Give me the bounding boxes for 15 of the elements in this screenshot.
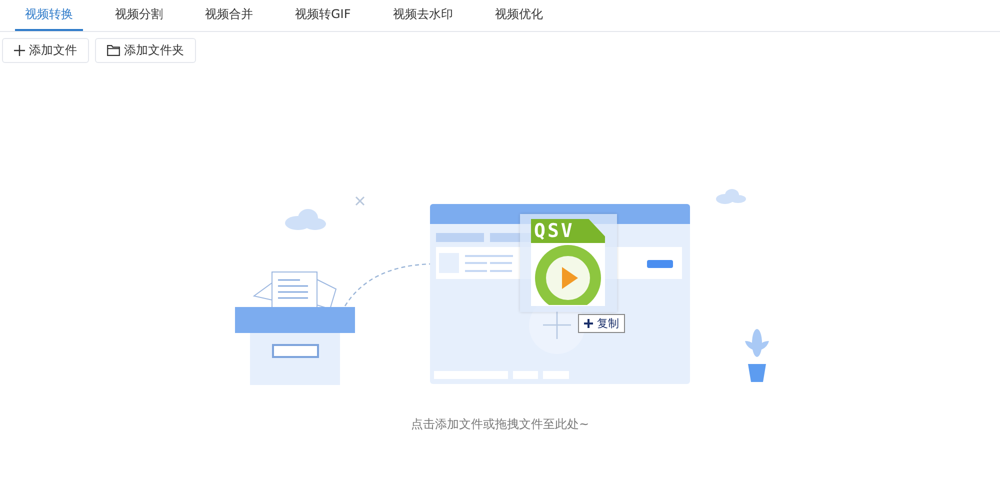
add-file-button[interactable]: 添加文件: [2, 38, 89, 63]
empty-hint: 点击添加文件或拖拽文件至此处~: [410, 416, 590, 433]
tab[interactable]: 视频合并: [195, 0, 263, 31]
folder-icon: [107, 45, 120, 56]
plus-icon: [14, 45, 25, 56]
tab[interactable]: 视频分割: [105, 0, 173, 31]
add-folder-button[interactable]: 添加文件夹: [95, 38, 196, 63]
tab[interactable]: 视频优化: [484, 0, 553, 31]
file-type-label: QSV: [531, 219, 605, 243]
play-icon: [533, 243, 603, 305]
tab[interactable]: 视频去水印: [382, 0, 463, 31]
tab[interactable]: 视频转GIF: [285, 0, 361, 31]
tooltip-text: 复制: [597, 316, 619, 331]
tab[interactable]: 视频转换: [15, 0, 83, 31]
plus-icon: [584, 319, 593, 328]
